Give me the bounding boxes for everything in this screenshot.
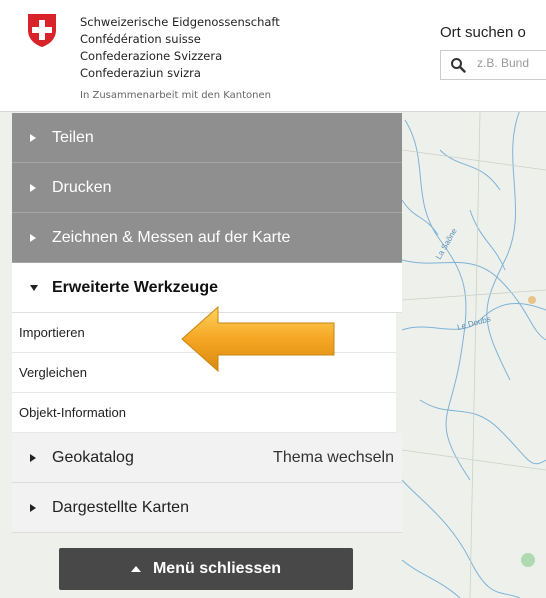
- menu-item-label: Drucken: [52, 178, 112, 196]
- menu-item-label: Teilen: [52, 128, 94, 146]
- caret-right-icon: [30, 133, 36, 142]
- search-input[interactable]: [477, 56, 546, 70]
- brand-line-it: Confederazione Svizzera: [80, 49, 223, 63]
- search-title: Ort suchen o: [440, 24, 526, 41]
- change-theme-link[interactable]: Thema wechseln: [273, 449, 394, 467]
- brand-line-de: Schweizerische Eidgenossenschaft: [80, 15, 280, 29]
- menu-item-dargestellte-karten[interactable]: Dargestellte Karten: [12, 483, 402, 533]
- menu-item-label: Geokatalog: [52, 448, 134, 466]
- close-menu-label: Menü schliessen: [152, 560, 282, 577]
- menu-item-label: Erweiterte Werkzeuge: [52, 278, 218, 296]
- menu-item-drucken[interactable]: Drucken: [12, 163, 402, 213]
- caret-up-icon: [130, 566, 141, 572]
- menu-item-label: Dargestellte Karten: [52, 498, 189, 516]
- federal-brand-text: Schweizerische Eidgenossenschaft Confédé…: [80, 14, 280, 82]
- caret-right-icon: [30, 503, 36, 512]
- search-box[interactable]: [440, 50, 546, 80]
- caret-right-icon: [30, 453, 36, 462]
- menu-item-teilen[interactable]: Teilen: [12, 113, 402, 163]
- menu-item-geokatalog[interactable]: Geokatalog Thema wechseln: [12, 433, 402, 483]
- brand-line-rm: Confederaziun svizra: [80, 66, 201, 80]
- pointer-arrow-icon: [181, 305, 335, 373]
- brand-subtitle: In Zusammenarbeit mit den Kantonen: [80, 90, 271, 101]
- menu-item-zeichnen[interactable]: Zeichnen & Messen auf der Karte: [12, 213, 402, 263]
- menu-item-label: Zeichnen & Messen auf der Karte: [52, 228, 291, 246]
- caret-right-icon: [30, 183, 36, 192]
- swiss-coat-of-arms-logo[interactable]: [26, 12, 58, 48]
- search-icon[interactable]: [450, 57, 466, 73]
- brand-line-fr: Confédération suisse: [80, 32, 201, 46]
- caret-down-icon: [30, 284, 38, 291]
- submenu-item-objekt-information[interactable]: Objekt-Information: [12, 393, 396, 433]
- header: Schweizerische Eidgenossenschaft Confédé…: [0, 0, 546, 112]
- caret-right-icon: [30, 233, 36, 242]
- close-menu-button[interactable]: Menü schliessen: [59, 548, 353, 590]
